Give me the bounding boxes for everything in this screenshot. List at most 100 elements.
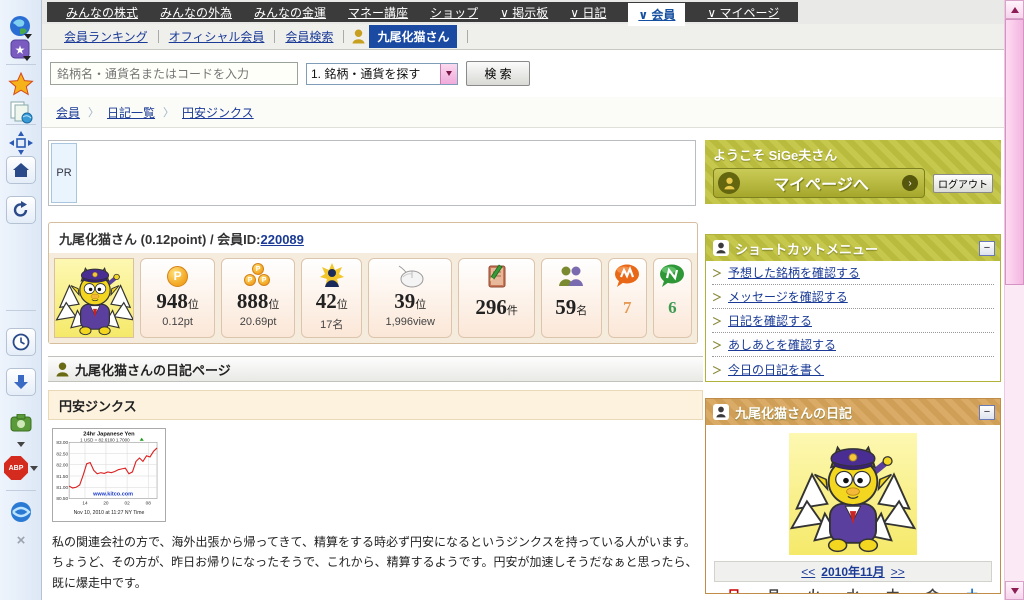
breadcrumb-current[interactable]: 円安ジンクス bbox=[182, 104, 254, 121]
arrow-icon: ＞ bbox=[712, 362, 722, 377]
yen-chart-image[interactable]: 24hr Japanese Yen 1 USD = 82.6100 1.7000… bbox=[52, 428, 166, 522]
scrollbar-thumb[interactable] bbox=[1005, 19, 1024, 285]
current-member-tab[interactable]: 九尾化猫さん bbox=[369, 25, 457, 48]
calendar-day: 木 bbox=[873, 585, 913, 594]
shortcut-item: ＞ 日記を確認する bbox=[712, 309, 994, 333]
refresh-button[interactable] bbox=[0, 196, 42, 224]
vertical-scrollbar[interactable] bbox=[1004, 0, 1024, 600]
search-category-select[interactable]: 1. 銘柄・通貨を探す bbox=[306, 63, 458, 85]
separator bbox=[158, 30, 159, 43]
member-profile-box: 九尾化猫さん (0.12point) / 会員ID:220089 P 948位 … bbox=[48, 222, 698, 344]
globe-icon[interactable] bbox=[0, 14, 42, 40]
shortcut-menu-header: ショートカットメニュー − bbox=[706, 235, 1000, 261]
nav-mypage[interactable]: ∨ マイページ bbox=[707, 4, 779, 21]
shortcut-link-diary[interactable]: 日記を確認する bbox=[728, 312, 812, 329]
stat-friends-count[interactable]: 59名 bbox=[541, 258, 602, 338]
stat-point-rank[interactable]: P 948位 0.12pt bbox=[140, 258, 214, 338]
scroll-down-button[interactable] bbox=[1005, 581, 1024, 600]
download-button[interactable] bbox=[0, 368, 42, 396]
member-id-link[interactable]: 220089 bbox=[261, 232, 304, 247]
arrow-icon: ＞ bbox=[712, 265, 722, 280]
svg-text:20: 20 bbox=[103, 501, 109, 506]
nav-keijiban[interactable]: ∨ 掲示板 bbox=[500, 4, 548, 21]
separator bbox=[467, 30, 468, 43]
home-button[interactable] bbox=[0, 156, 42, 184]
screenshot-icon[interactable] bbox=[0, 414, 42, 432]
svg-text:82.50: 82.50 bbox=[56, 451, 68, 456]
breadcrumb: 会員 日記一覧 円安ジンクス bbox=[42, 97, 1004, 128]
pages-icon[interactable] bbox=[0, 100, 42, 124]
go-arrow-icon: › bbox=[902, 175, 918, 191]
pan-compass-icon[interactable] bbox=[0, 130, 42, 156]
calendar-prev-link[interactable]: << bbox=[801, 565, 815, 579]
svg-text:1 USD = 82.6100 1.7000: 1 USD = 82.6100 1.7000 bbox=[80, 437, 130, 442]
stat-total-point-rank[interactable]: P P P 888位 20.69pt bbox=[221, 258, 295, 338]
breadcrumb-separator bbox=[80, 104, 107, 120]
minimize-button[interactable]: − bbox=[979, 405, 995, 420]
coin-stack-icon: P P P bbox=[222, 262, 294, 290]
pr-ad-box: PR bbox=[48, 140, 696, 206]
friends-icon bbox=[542, 262, 601, 290]
top-nav: みんなの株式 みんなの外為 みんなの金運 マネー講座 ショップ ∨ 掲示板 ∨ … bbox=[42, 0, 1004, 24]
shortcut-link-predicted-stocks[interactable]: 予想した銘柄を確認する bbox=[728, 264, 860, 281]
breadcrumb-diary-list[interactable]: 日記一覧 bbox=[107, 104, 155, 121]
link-member-search[interactable]: 会員検索 bbox=[285, 28, 333, 45]
member-avatar[interactable] bbox=[54, 258, 134, 338]
nav-kaiin-active-tab[interactable]: ∨ 会員 bbox=[628, 3, 685, 26]
arrow-icon: ＞ bbox=[712, 337, 722, 352]
browser-toolbar: ★ ABP × bbox=[0, 0, 42, 600]
svg-text:80.50: 80.50 bbox=[56, 496, 68, 501]
favorites-star-icon[interactable] bbox=[0, 72, 42, 96]
calendar-next-link[interactable]: >> bbox=[891, 565, 905, 579]
nav-minna-kabushiki[interactable]: みんなの株式 bbox=[66, 4, 138, 21]
adblock-abp-icon[interactable]: ABP bbox=[0, 456, 42, 480]
sync-globe-icon[interactable] bbox=[0, 500, 42, 524]
stat-access-rank[interactable]: 39位 1,996view bbox=[368, 258, 452, 338]
shortcut-link-footprints[interactable]: あしあとを確認する bbox=[728, 336, 836, 353]
bookmark-panel-icon[interactable]: ★ bbox=[0, 38, 42, 62]
pr-label: PR bbox=[51, 143, 77, 203]
nav-minna-gaitame[interactable]: みんなの外為 bbox=[160, 4, 232, 21]
diary-person-icon bbox=[56, 362, 69, 377]
calendar-day: 金 bbox=[913, 585, 953, 594]
calendar-month-link[interactable]: 2010年11月 bbox=[821, 563, 884, 580]
close-icon[interactable]: × bbox=[0, 532, 42, 549]
breadcrumb-member[interactable]: 会員 bbox=[56, 104, 80, 121]
fan-star-icon bbox=[302, 262, 361, 290]
stat-diary-count[interactable]: 296件 bbox=[458, 258, 534, 338]
logout-button[interactable]: ログアウト bbox=[933, 174, 993, 193]
toolbar-divider bbox=[6, 64, 36, 65]
yen-chart-svg: 24hr Japanese Yen 1 USD = 82.6100 1.7000… bbox=[53, 429, 165, 521]
nav-shop[interactable]: ショップ bbox=[430, 4, 478, 21]
scroll-up-button[interactable] bbox=[1005, 0, 1024, 19]
select-dropdown-arrow[interactable] bbox=[440, 64, 457, 84]
caret-down-icon[interactable] bbox=[0, 442, 42, 447]
nav-minna-kinun[interactable]: みんなの金運 bbox=[254, 4, 326, 21]
member-stats-strip: P 948位 0.12pt P P P 888位 2 bbox=[49, 253, 697, 343]
svg-text:14: 14 bbox=[82, 501, 88, 506]
shortcut-link-write-diary[interactable]: 今日の日記を書く bbox=[728, 361, 824, 378]
stat-fan-rank[interactable]: 42位 17名 bbox=[301, 258, 362, 338]
link-member-ranking[interactable]: 会員ランキング bbox=[64, 28, 148, 45]
nav-nikki[interactable]: ∨ 日記 bbox=[570, 4, 606, 21]
orange-bubble-icon bbox=[609, 262, 646, 290]
person-badge-icon bbox=[718, 172, 740, 194]
shortcut-link-messages[interactable]: メッセージを確認する bbox=[728, 288, 848, 305]
search-button[interactable]: 検 索 bbox=[466, 61, 530, 86]
green-bubble-icon bbox=[654, 262, 691, 290]
nav-money-kouza[interactable]: マネー講座 bbox=[348, 4, 408, 21]
shortcut-menu-box: ショートカットメニュー − ＞ 予想した銘柄を確認する ＞ メッセージを確認する… bbox=[705, 234, 1001, 382]
minimize-button[interactable]: − bbox=[979, 241, 995, 256]
calendar-day: 日 bbox=[714, 585, 754, 594]
member-diary-widget: 九尾化猫さんの日記 − << 2010年11月 >> 日 月 火 水 木 金 土 bbox=[705, 398, 1001, 594]
history-clock-button[interactable] bbox=[0, 328, 42, 356]
mypage-button[interactable]: マイページへ › bbox=[713, 168, 925, 198]
stat-green-badge[interactable]: 6 bbox=[653, 258, 692, 338]
toolbar-divider bbox=[6, 310, 36, 311]
diary-widget-title: 九尾化猫さんの日記 bbox=[735, 403, 973, 422]
stock-search-input[interactable] bbox=[50, 62, 298, 85]
link-official-members[interactable]: オフィシャル会員 bbox=[169, 28, 265, 45]
stat-orange-badge[interactable]: 7 bbox=[608, 258, 647, 338]
arrow-icon: ＞ bbox=[712, 313, 722, 328]
calendar-day: 火 bbox=[793, 585, 833, 594]
